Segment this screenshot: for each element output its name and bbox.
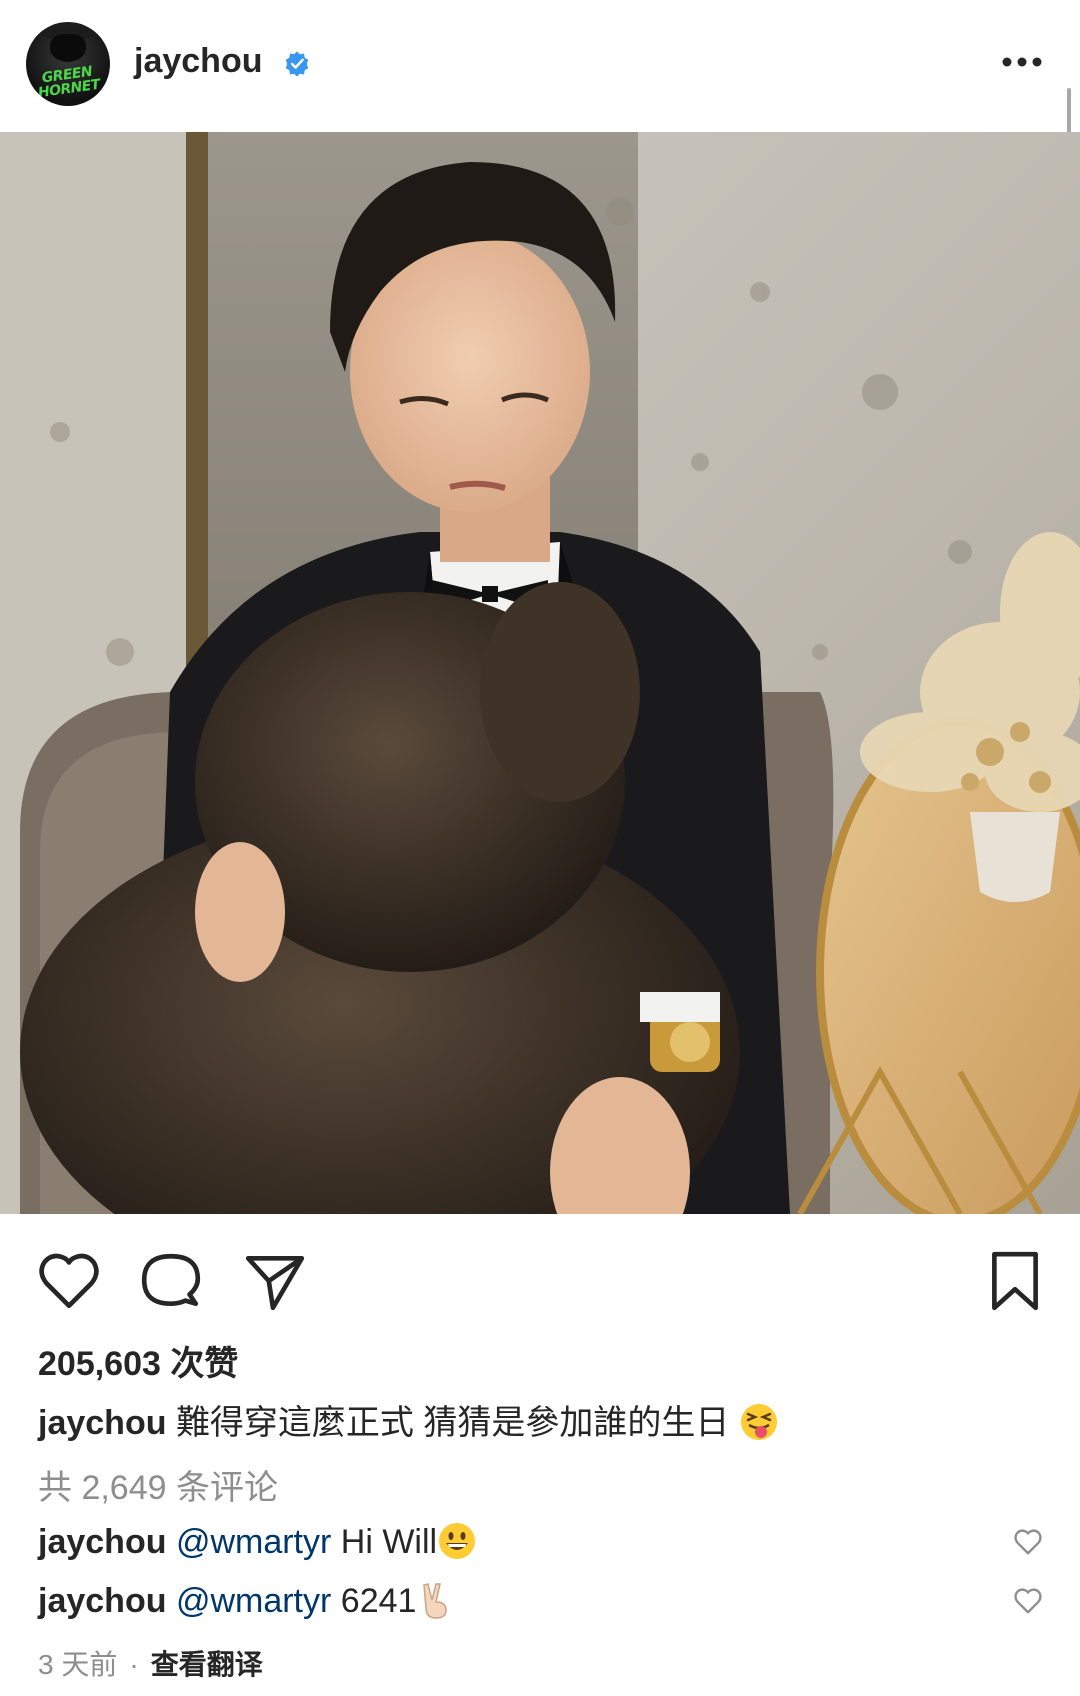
squinting-tongue-face-icon [740,1404,777,1440]
comment-mention[interactable]: @wmartyr [176,1523,331,1561]
caption: jaychou 難得穿這麼正式 猜猜是參加誰的生日 [38,1395,1038,1444]
comment-username[interactable]: jaychou [38,1582,166,1620]
comment-username[interactable]: jaychou [38,1523,166,1561]
caption-text: 難得穿這麼正式 猜猜是參加誰的生日 [175,1404,730,1442]
comment-item: jaychou @wmartyr Hi Will [38,1521,998,1562]
avatar[interactable]: GREEN HORNET [26,22,110,106]
likes-count[interactable]: 205,603 次赞 [38,1336,238,1385]
post-header: GREEN HORNET jaychou [0,0,1080,328]
paper-plane-icon[interactable] [242,1248,308,1314]
comment-mention[interactable]: @wmartyr [176,1582,331,1620]
photo-illustration [0,132,1080,1214]
avatar-logo-text: GREEN HORNET [37,63,101,102]
comment-text: Hi Will [340,1523,438,1561]
post-time: 3 天前 [38,1649,118,1680]
comment-bubble-icon[interactable] [138,1248,204,1314]
action-bar [0,1214,1080,1344]
view-all-comments[interactable]: 共 2,649 条评论 [38,1460,278,1509]
post-footer: 3 天前 · 查看翻译 [38,1643,263,1683]
comment-like-heart-icon[interactable] [1012,1527,1044,1557]
separator-dot: · [129,1649,139,1680]
comment-item: jaychou @wmartyr 6241 [38,1580,998,1621]
comment-like-heart-icon[interactable] [1012,1586,1044,1616]
verified-badge-icon [285,51,309,77]
victory-hand-icon [423,1583,448,1619]
more-dots-icon[interactable] [1002,56,1042,68]
bookmark-icon[interactable] [982,1248,1048,1314]
heart-icon[interactable] [36,1248,102,1314]
see-translation-link[interactable]: 查看翻译 [151,1649,263,1680]
grinning-face-icon [439,1523,476,1559]
avatar-mask-shape [50,34,86,62]
caption-username[interactable]: jaychou [38,1404,166,1442]
post-photo[interactable] [0,132,1080,1214]
post-username[interactable]: jaychou [134,42,262,81]
comment-text: 6241 [340,1582,417,1620]
